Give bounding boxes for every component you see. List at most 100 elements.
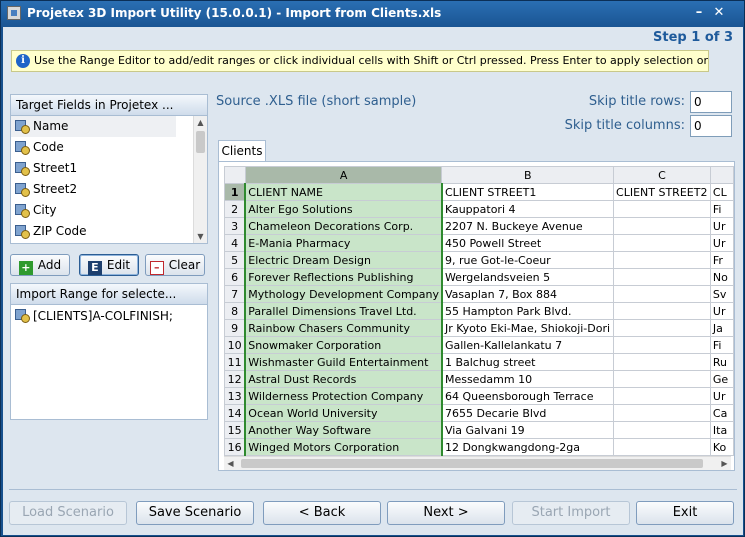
grid-cell[interactable]: Ita [709, 421, 734, 439]
tab-clients[interactable]: Clients [218, 140, 266, 162]
range-item[interactable]: [CLIENTS]A-COLFINISH; [11, 305, 207, 327]
grid-cell[interactable]: Ko [709, 438, 734, 456]
grid-cell[interactable]: Via Galvani 19 [441, 421, 615, 439]
grid-cell[interactable]: 7655 Decarie Blvd [441, 404, 615, 422]
field-item-city[interactable]: City [11, 200, 176, 221]
grid-cell[interactable]: Sv [709, 285, 734, 303]
scroll-right-icon[interactable]: ▶ [718, 457, 731, 470]
grid-cell[interactable]: Ge [709, 370, 734, 388]
scroll-thumb[interactable] [241, 459, 703, 468]
column-header-a[interactable]: A [244, 166, 443, 184]
load-scenario-button[interactable]: Load Scenario [9, 501, 127, 525]
scroll-left-icon[interactable]: ◀ [224, 457, 237, 470]
grid-cell[interactable]: Ru [709, 353, 734, 371]
grid-cell[interactable]: CLIENT STREET2 [613, 183, 711, 201]
grid-cell[interactable]: 12 Dongkwangdong-2ga [441, 438, 615, 456]
minimize-icon[interactable]: – [691, 5, 707, 21]
grid-cell[interactable]: Kauppatori 4 [441, 200, 615, 218]
grid-cell[interactable] [613, 404, 711, 422]
row-number[interactable]: 12 [224, 370, 246, 388]
scroll-down-icon[interactable]: ▼ [194, 230, 207, 243]
corner-cell[interactable] [224, 166, 246, 184]
grid-cell[interactable] [613, 302, 711, 320]
skip-columns-input[interactable]: 0 [690, 115, 732, 137]
grid-cell[interactable] [613, 336, 711, 354]
grid-cell[interactable]: Fi [709, 200, 734, 218]
exit-button[interactable]: Exit [636, 501, 734, 525]
grid-cell[interactable]: Ur [709, 387, 734, 405]
grid-cell[interactable]: Messedamm 10 [441, 370, 615, 388]
row-number[interactable]: 1 [224, 183, 246, 201]
field-item-code[interactable]: Code [11, 137, 176, 158]
next-button[interactable]: Next > [387, 501, 505, 525]
grid-cell[interactable] [613, 353, 711, 371]
row-number[interactable]: 5 [224, 251, 246, 269]
scroll-thumb[interactable] [196, 131, 205, 153]
grid-cell[interactable]: Chameleon Decorations Corp. [244, 217, 443, 235]
grid-cell[interactable] [613, 319, 711, 337]
grid-cell[interactable] [613, 268, 711, 286]
grid-cell[interactable]: 450 Powell Street [441, 234, 615, 252]
grid-cell[interactable]: Ja [709, 319, 734, 337]
column-header-d[interactable] [709, 166, 734, 184]
row-number[interactable]: 9 [224, 319, 246, 337]
scroll-up-icon[interactable]: ▲ [194, 116, 207, 129]
grid-cell[interactable]: Astral Dust Records [244, 370, 443, 388]
grid-cell[interactable]: Parallel Dimensions Travel Ltd. [244, 302, 443, 320]
row-number[interactable]: 8 [224, 302, 246, 320]
grid-cell[interactable]: Electric Dream Design [244, 251, 443, 269]
fields-scrollbar[interactable]: ▲ ▼ [193, 116, 207, 243]
grid-cell[interactable]: 1 Balchug street [441, 353, 615, 371]
start-import-button[interactable]: Start Import [512, 501, 630, 525]
row-number[interactable]: 4 [224, 234, 246, 252]
grid-cell[interactable]: Ur [709, 234, 734, 252]
grid-cell[interactable]: Fr [709, 251, 734, 269]
grid-cell[interactable]: E-Mania Pharmacy [244, 234, 443, 252]
field-item-street2[interactable]: Street2 [11, 179, 176, 200]
clear-range-button[interactable]: – Clear [145, 254, 205, 276]
row-number[interactable]: 6 [224, 268, 246, 286]
grid-cell[interactable]: Wergelandsveien 5 [441, 268, 615, 286]
grid-cell[interactable]: Wishmaster Guild Entertainment [244, 353, 443, 371]
grid-cell[interactable] [613, 285, 711, 303]
field-item-street1[interactable]: Street1 [11, 158, 176, 179]
row-number[interactable]: 7 [224, 285, 246, 303]
grid-cell[interactable]: 64 Queensborough Terrace [441, 387, 615, 405]
edit-range-button[interactable]: E Edit [79, 254, 139, 276]
row-number[interactable]: 2 [224, 200, 246, 218]
grid-cell[interactable]: CL [709, 183, 734, 201]
close-icon[interactable]: ✕ [711, 5, 727, 21]
grid-cell[interactable]: Forever Reflections Publishing [244, 268, 443, 286]
grid-cell[interactable]: Gallen-Kallelankatu 7 [441, 336, 615, 354]
grid-cell[interactable] [613, 387, 711, 405]
row-number[interactable]: 14 [224, 404, 246, 422]
grid-cell[interactable]: Fi [709, 336, 734, 354]
grid-cell[interactable]: No [709, 268, 734, 286]
grid-cell[interactable]: Wilderness Protection Company [244, 387, 443, 405]
back-button[interactable]: < Back [263, 501, 381, 525]
grid-cell[interactable]: Snowmaker Corporation [244, 336, 443, 354]
grid-cell[interactable] [613, 234, 711, 252]
save-scenario-button[interactable]: Save Scenario [136, 501, 254, 525]
grid-cell[interactable]: Ur [709, 302, 734, 320]
grid-cell[interactable]: Vasaplan 7, Box 884 [441, 285, 615, 303]
grid-cell[interactable] [613, 421, 711, 439]
field-item-zip-code[interactable]: ZIP Code [11, 221, 176, 242]
grid-cell[interactable]: Ocean World University [244, 404, 443, 422]
grid-cell[interactable] [613, 217, 711, 235]
field-item-name[interactable]: Name [11, 116, 176, 137]
grid-cell[interactable]: CLIENT STREET1 [441, 183, 615, 201]
grid-cell[interactable]: CLIENT NAME [244, 183, 443, 201]
add-range-button[interactable]: + Add [10, 254, 70, 276]
grid-cell[interactable] [613, 370, 711, 388]
grid-cell[interactable]: Alter Ego Solutions [244, 200, 443, 218]
row-number[interactable]: 11 [224, 353, 246, 371]
grid-cell[interactable]: Mythology Development Company [244, 285, 443, 303]
row-number[interactable]: 13 [224, 387, 246, 405]
grid-cell[interactable]: Ur [709, 217, 734, 235]
grid-cell[interactable]: Winged Motors Corporation [244, 438, 443, 456]
grid-cell[interactable] [613, 438, 711, 456]
grid-cell[interactable]: 9, rue Got-le-Coeur [441, 251, 615, 269]
row-number[interactable]: 3 [224, 217, 246, 235]
grid-cell[interactable] [613, 251, 711, 269]
